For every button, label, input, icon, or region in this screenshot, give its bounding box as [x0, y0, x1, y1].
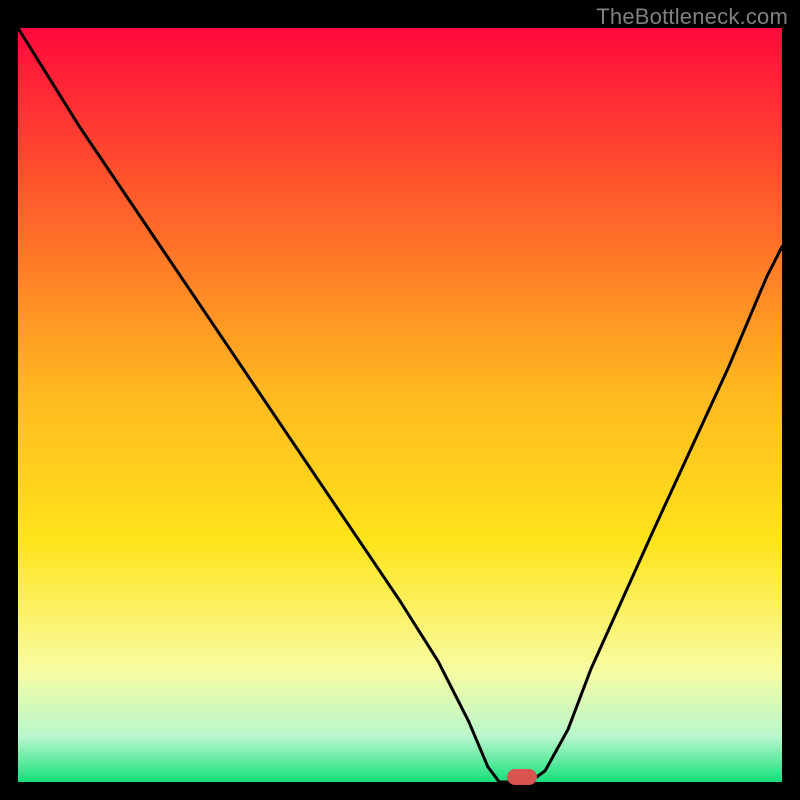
gradient-background [18, 28, 782, 782]
chart-frame: TheBottleneck.com [0, 0, 800, 800]
chart-svg [18, 28, 782, 782]
optimum-marker [507, 769, 537, 785]
plot-area [18, 28, 782, 782]
watermark-text: TheBottleneck.com [596, 4, 788, 30]
